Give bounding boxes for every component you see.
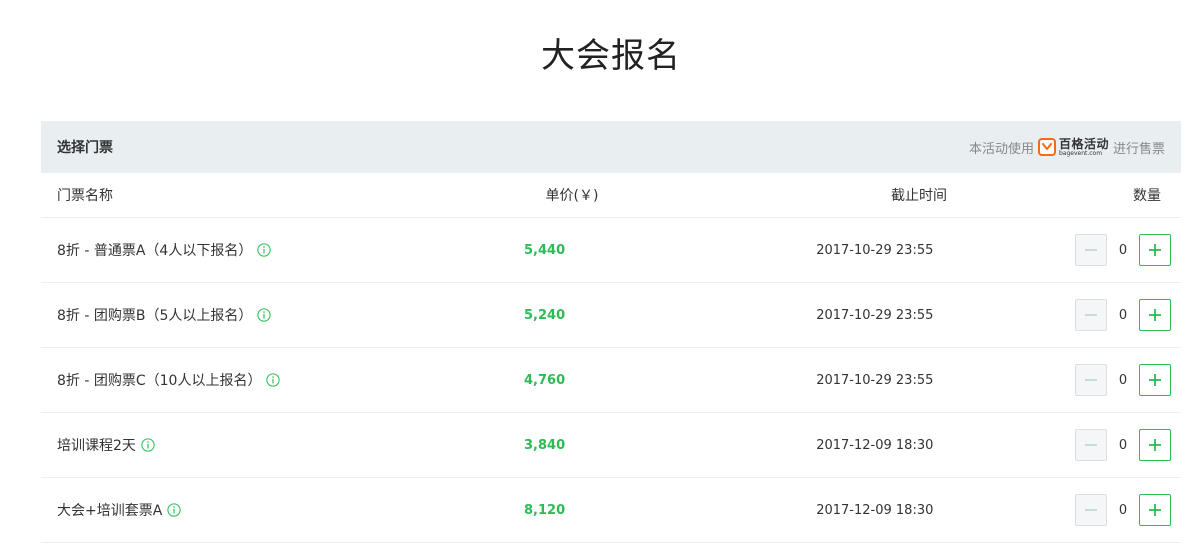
info-circle-icon[interactable]: [257, 243, 271, 257]
brand-logo[interactable]: 百格活动 bagevent.com: [1037, 136, 1109, 157]
ticket-price: 3,840: [524, 438, 566, 453]
ticket-price: 8,120: [524, 503, 566, 518]
ticket-deadline: 2017-10-29 23:55: [816, 308, 934, 323]
quantity-stepper: 0: [1075, 234, 1171, 266]
brand-domain: bagevent.com: [1058, 149, 1103, 157]
ticket-price: 5,240: [524, 308, 566, 323]
minus-icon: [1085, 444, 1097, 446]
decrease-quantity-button[interactable]: [1075, 494, 1107, 526]
ticket-name: 大会+培训套票A: [57, 503, 163, 519]
minus-icon: [1085, 314, 1097, 316]
ticket-price: 4,760: [524, 373, 566, 388]
quantity-value[interactable]: 0: [1107, 308, 1139, 323]
registration-page: 大会报名 选择门票 本活动使用 百格活动 bagevent.com 进行售票 门…: [0, 0, 1196, 554]
powered-suffix: 进行售票: [1112, 141, 1165, 157]
panel-title: 选择门票: [57, 140, 113, 156]
ticket-row: 培训课程2天 3,840 2017-12-09 18:30 0: [41, 413, 1181, 478]
plus-icon: [1149, 504, 1161, 516]
ticket-row: 8折 - 团购票C（10人以上报名） 4,760 2017-10-29 23:5…: [41, 348, 1181, 413]
plus-icon: [1149, 439, 1161, 451]
quantity-stepper: 0: [1075, 299, 1171, 331]
quantity-value[interactable]: 0: [1107, 373, 1139, 388]
ticket-row: 8折 - 普通票A（4人以下报名） 5,440 2017-10-29 23:55…: [41, 218, 1181, 283]
table-header-row: 门票名称 单价(￥) 截止时间 数量: [41, 173, 1181, 218]
decrease-quantity-button[interactable]: [1075, 299, 1107, 331]
decrease-quantity-button[interactable]: [1075, 234, 1107, 266]
quantity-stepper: 0: [1075, 494, 1171, 526]
plus-icon: [1149, 244, 1161, 256]
quantity-value[interactable]: 0: [1107, 438, 1139, 453]
plus-icon: [1149, 374, 1161, 386]
powered-by: 本活动使用 百格活动 bagevent.com 进行售票: [969, 138, 1165, 157]
minus-icon: [1085, 379, 1097, 381]
ticket-row: 大会+培训套票A 8,120 2017-12-09 18:30 0: [41, 478, 1181, 543]
ticket-deadline: 2017-12-09 18:30: [816, 438, 934, 453]
increase-quantity-button[interactable]: [1139, 429, 1171, 461]
increase-quantity-button[interactable]: [1139, 299, 1171, 331]
page-title: 大会报名: [541, 36, 681, 76]
column-header-price: 单价(￥): [545, 188, 599, 204]
quantity-value[interactable]: 0: [1107, 243, 1139, 258]
plus-icon: [1149, 309, 1161, 321]
powered-prefix: 本活动使用: [968, 141, 1034, 157]
quantity-stepper: 0: [1075, 364, 1171, 396]
increase-quantity-button[interactable]: [1139, 364, 1171, 396]
ticket-row: 8折 - 团购票B（5人以上报名） 5,240 2017-10-29 23:55…: [41, 283, 1181, 348]
ticket-list: 8折 - 普通票A（4人以下报名） 5,440 2017-10-29 23:55…: [41, 218, 1181, 543]
panel-header: 选择门票 本活动使用 百格活动 bagevent.com 进行售票: [41, 121, 1181, 173]
ticket-deadline: 2017-10-29 23:55: [816, 373, 934, 388]
minus-icon: [1085, 509, 1097, 511]
quantity-stepper: 0: [1075, 429, 1171, 461]
column-header-name: 门票名称: [57, 188, 113, 204]
ticket-deadline: 2017-12-09 18:30: [816, 503, 934, 518]
column-header-quantity: 数量: [1133, 188, 1161, 204]
info-circle-icon[interactable]: [167, 503, 181, 517]
increase-quantity-button[interactable]: [1139, 494, 1171, 526]
decrease-quantity-button[interactable]: [1075, 364, 1107, 396]
info-circle-icon[interactable]: [257, 308, 272, 322]
brand-name: 百格活动: [1058, 136, 1109, 151]
ticket-name: 8折 - 团购票C（10人以上报名）: [57, 373, 262, 389]
column-header-deadline: 截止时间: [891, 188, 947, 204]
minus-icon: [1085, 249, 1097, 251]
info-circle-icon[interactable]: [141, 438, 155, 452]
quantity-value[interactable]: 0: [1107, 503, 1139, 518]
increase-quantity-button[interactable]: [1139, 234, 1171, 266]
info-circle-icon[interactable]: [266, 373, 281, 387]
decrease-quantity-button[interactable]: [1075, 429, 1107, 461]
ticket-panel: 选择门票 本活动使用 百格活动 bagevent.com 进行售票 门票名称 单…: [41, 121, 1181, 543]
ticket-name: 培训课程2天: [57, 438, 136, 454]
bagevent-logo-icon: [1037, 138, 1056, 156]
ticket-price: 5,440: [524, 243, 566, 258]
ticket-deadline: 2017-10-29 23:55: [816, 243, 934, 258]
ticket-name: 8折 - 团购票B（5人以上报名）: [57, 308, 253, 324]
ticket-name: 8折 - 普通票A（4人以下报名）: [57, 243, 253, 259]
